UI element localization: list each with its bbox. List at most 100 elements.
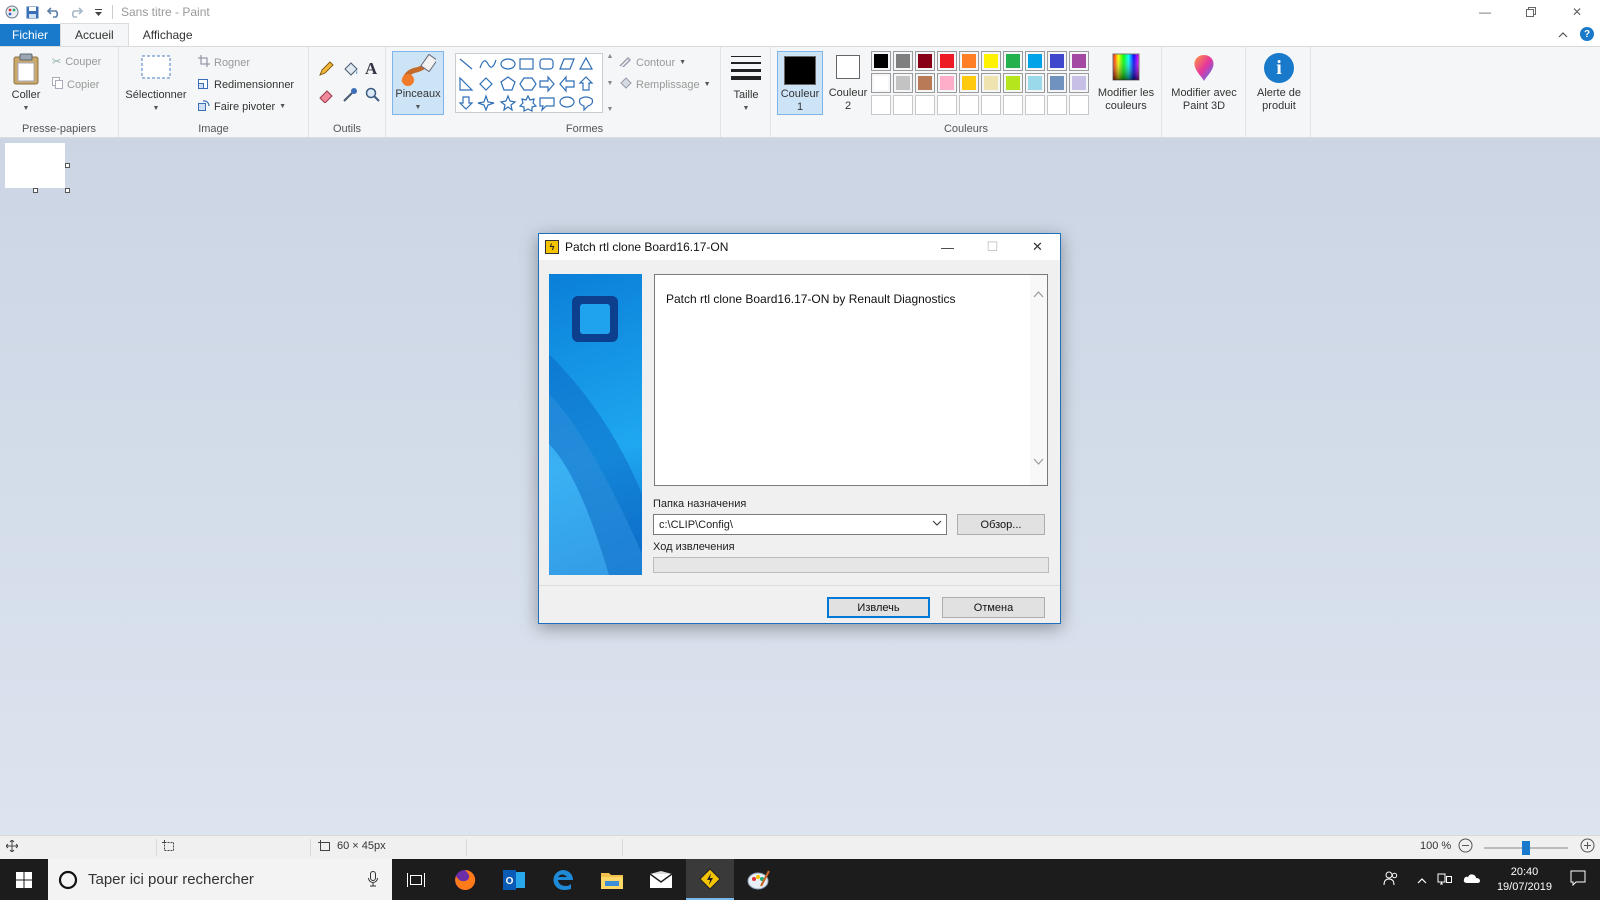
resize-button[interactable]: Redimensionner	[198, 77, 294, 92]
people-icon[interactable]	[1383, 870, 1399, 889]
customize-quick-access-icon[interactable]	[88, 2, 108, 22]
cut-button[interactable]: ✂ Couper	[52, 55, 101, 69]
palette-swatch[interactable]	[915, 73, 935, 93]
task-view-icon[interactable]	[392, 859, 440, 900]
dialog-close-icon[interactable]: ✕	[1015, 234, 1060, 260]
resize-handle-right[interactable]	[65, 163, 70, 168]
message-box[interactable]: Patch rtl clone Board16.17-ON by Renault…	[654, 274, 1048, 486]
palette-swatch[interactable]	[1025, 51, 1045, 71]
edit-paint3d-button[interactable]: Modifier avec Paint 3D	[1166, 53, 1242, 113]
eraser-icon[interactable]	[318, 87, 334, 106]
extract-button[interactable]: Извлечь	[827, 597, 930, 618]
tab-home[interactable]: Accueil	[60, 23, 129, 46]
zoom-in-icon[interactable]	[1580, 838, 1595, 853]
restore-icon[interactable]	[1508, 0, 1554, 24]
network-icon[interactable]	[1437, 871, 1453, 888]
copy-button[interactable]: Copier	[52, 77, 99, 92]
palette-swatch[interactable]	[1003, 51, 1023, 71]
cancel-button[interactable]: Отмена	[942, 597, 1045, 618]
palette-empty-swatch[interactable]	[871, 95, 891, 115]
text-tool-icon[interactable]: A	[365, 59, 377, 79]
gallery-down-icon[interactable]: ▼	[607, 80, 614, 87]
crop-button[interactable]: Rogner	[198, 55, 250, 70]
collapse-ribbon-icon[interactable]	[1558, 27, 1568, 41]
shapes-gallery-scroll[interactable]: ▲ ▼ ▼	[605, 53, 615, 113]
tab-file[interactable]: Fichier	[0, 24, 61, 46]
palette-empty-swatch[interactable]	[893, 95, 913, 115]
gallery-more-icon[interactable]: ▼	[607, 106, 614, 113]
color1-button[interactable]: Couleur 1	[777, 51, 823, 115]
color2-button[interactable]: Couleur 2	[825, 55, 871, 113]
paint-taskbar-icon[interactable]	[735, 859, 783, 900]
resize-handle-bottom[interactable]	[33, 188, 38, 193]
shapes-gallery[interactable]	[455, 53, 603, 113]
color-picker-icon[interactable]	[342, 87, 358, 106]
palette-empty-swatch[interactable]	[937, 95, 957, 115]
palette-swatch[interactable]	[871, 51, 891, 71]
help-icon[interactable]: ?	[1580, 27, 1594, 41]
palette-swatch[interactable]	[893, 73, 913, 93]
notifications-icon[interactable]	[1570, 870, 1586, 889]
file-explorer-icon[interactable]	[588, 859, 636, 900]
destination-field[interactable]: c:\CLIP\Config\	[653, 514, 947, 535]
zoom-slider-thumb[interactable]	[1522, 841, 1530, 855]
magnifier-icon[interactable]	[365, 87, 381, 106]
fill-bucket-icon[interactable]	[342, 61, 358, 80]
taskbar-search[interactable]: Taper ici pour rechercher	[48, 859, 392, 900]
onedrive-icon[interactable]	[1463, 873, 1481, 887]
outlook-icon[interactable]: O	[490, 859, 538, 900]
palette-empty-swatch[interactable]	[915, 95, 935, 115]
palette-swatch[interactable]	[871, 73, 891, 93]
firefox-icon[interactable]	[441, 859, 489, 900]
fill-button[interactable]: Remplissage ▼	[619, 77, 711, 92]
palette-swatch[interactable]	[959, 73, 979, 93]
resize-handle-corner[interactable]	[65, 188, 70, 193]
clock[interactable]: 20:40 19/07/2019	[1497, 865, 1552, 895]
palette-swatch[interactable]	[1069, 51, 1089, 71]
palette-swatch[interactable]	[959, 51, 979, 71]
palette-swatch[interactable]	[893, 51, 913, 71]
chevron-down-icon[interactable]	[932, 518, 942, 529]
size-button[interactable]: Taille ▼	[725, 53, 767, 115]
palette-empty-swatch[interactable]	[1003, 95, 1023, 115]
paste-button[interactable]: Coller ▼	[8, 53, 44, 115]
mail-icon[interactable]	[637, 859, 685, 900]
select-button[interactable]: Sélectionner ▼	[123, 53, 189, 115]
minimize-icon[interactable]: —	[1462, 0, 1508, 24]
drawing-canvas[interactable]	[5, 143, 65, 188]
palette-empty-swatch[interactable]	[1025, 95, 1045, 115]
tab-view[interactable]: Affichage	[129, 24, 207, 46]
start-button[interactable]	[0, 859, 48, 900]
palette-empty-swatch[interactable]	[1069, 95, 1089, 115]
palette-empty-swatch[interactable]	[981, 95, 1001, 115]
palette-swatch[interactable]	[937, 51, 957, 71]
pencil-icon[interactable]	[318, 61, 334, 80]
paint-app-icon[interactable]	[4, 4, 20, 20]
palette-swatch[interactable]	[981, 73, 1001, 93]
brushes-button[interactable]: Pinceaux ▼	[392, 51, 444, 115]
palette-swatch[interactable]	[1047, 73, 1067, 93]
patch-app-taskbar-icon[interactable]	[686, 859, 734, 900]
microphone-icon[interactable]	[368, 871, 378, 887]
palette-swatch[interactable]	[1025, 73, 1045, 93]
browse-button[interactable]: Обзор...	[957, 514, 1045, 535]
palette-swatch[interactable]	[1047, 51, 1067, 71]
scroll-down-icon[interactable]	[1033, 458, 1044, 465]
palette-swatch[interactable]	[1069, 73, 1089, 93]
redo-icon[interactable]	[66, 2, 86, 22]
rotate-button[interactable]: Faire pivoter ▼	[198, 99, 286, 114]
close-icon[interactable]: ✕	[1554, 0, 1600, 24]
product-alert-button[interactable]: i Alerte de produit	[1248, 53, 1310, 113]
gallery-up-icon[interactable]: ▲	[607, 53, 614, 60]
message-scrollbar[interactable]	[1030, 275, 1047, 485]
undo-icon[interactable]	[44, 2, 64, 22]
palette-empty-swatch[interactable]	[1047, 95, 1067, 115]
save-icon[interactable]	[22, 2, 42, 22]
dialog-minimize-icon[interactable]: —	[925, 234, 970, 260]
scroll-up-icon[interactable]	[1033, 291, 1044, 298]
palette-empty-swatch[interactable]	[959, 95, 979, 115]
palette-swatch[interactable]	[1003, 73, 1023, 93]
zoom-out-icon[interactable]	[1458, 838, 1473, 853]
palette-swatch[interactable]	[915, 51, 935, 71]
edit-colors-button[interactable]: Modifier les couleurs	[1093, 53, 1159, 113]
